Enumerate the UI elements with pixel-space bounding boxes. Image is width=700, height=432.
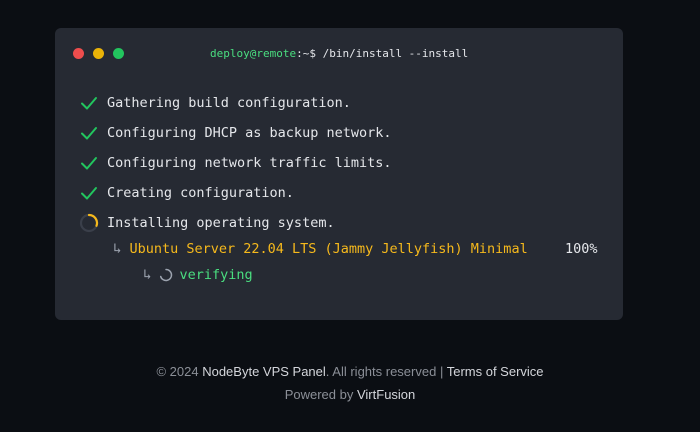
spinner-icon	[79, 213, 99, 233]
prompt-command: /bin/install --install	[322, 47, 469, 60]
brand-link[interactable]: NodeByte VPS Panel	[202, 364, 326, 379]
step-line: Configuring DHCP as backup network.	[79, 123, 391, 143]
terms-of-service-link[interactable]: Terms of Service	[447, 364, 544, 379]
install-progress-percent: 100%	[565, 241, 598, 257]
loading-spinner-icon	[160, 268, 173, 282]
provider-link[interactable]: VirtFusion	[357, 387, 415, 402]
powered-by-text: Powered by	[284, 387, 354, 402]
check-icon	[81, 127, 97, 140]
prompt-separator: :	[296, 47, 303, 60]
terminal-window: deploy@remote:~$ /bin/install --install …	[55, 28, 623, 320]
step-line: Creating configuration.	[79, 183, 294, 203]
step-line: Gathering build configuration.	[79, 93, 351, 113]
sub-status-line: ↳ verifying	[143, 265, 253, 285]
step-text: Configuring network traffic limits.	[107, 155, 392, 171]
check-icon	[81, 157, 97, 170]
minimize-dot-icon[interactable]	[93, 48, 104, 59]
maximize-dot-icon[interactable]	[113, 48, 124, 59]
subitem-arrow-icon: ↳	[113, 241, 122, 257]
terminal-titlebar: deploy@remote:~$ /bin/install --install	[55, 28, 623, 80]
footer-copyright: © 2024 NodeByte VPS Panel. All rights re…	[0, 364, 700, 379]
os-name: Ubuntu Server 22.04 LTS (Jammy Jellyfish…	[129, 241, 528, 257]
rights-text: . All rights reserved |	[325, 364, 444, 379]
step-text: Gathering build configuration.	[107, 95, 351, 111]
footer-powered-by: Powered by VirtFusion	[0, 387, 700, 402]
verifying-status: verifying	[179, 267, 253, 283]
os-install-line: ↳ Ubuntu Server 22.04 LTS (Jammy Jellyfi…	[113, 239, 528, 259]
step-text: Creating configuration.	[107, 185, 294, 201]
close-dot-icon[interactable]	[73, 48, 84, 59]
prompt-symbol: $	[309, 47, 316, 60]
prompt-userhost: deploy@remote	[210, 47, 297, 60]
step-text: Installing operating system.	[107, 215, 335, 231]
step-text: Configuring DHCP as backup network.	[107, 125, 392, 141]
subitem-arrow-icon: ↳	[143, 267, 152, 283]
check-icon	[81, 187, 97, 200]
step-line: Installing operating system.	[79, 213, 335, 233]
step-line: Configuring network traffic limits.	[79, 153, 391, 173]
terminal-prompt: deploy@remote:~$ /bin/install --install	[210, 47, 468, 61]
check-icon	[81, 97, 97, 110]
copyright-year: © 2024	[156, 364, 199, 379]
